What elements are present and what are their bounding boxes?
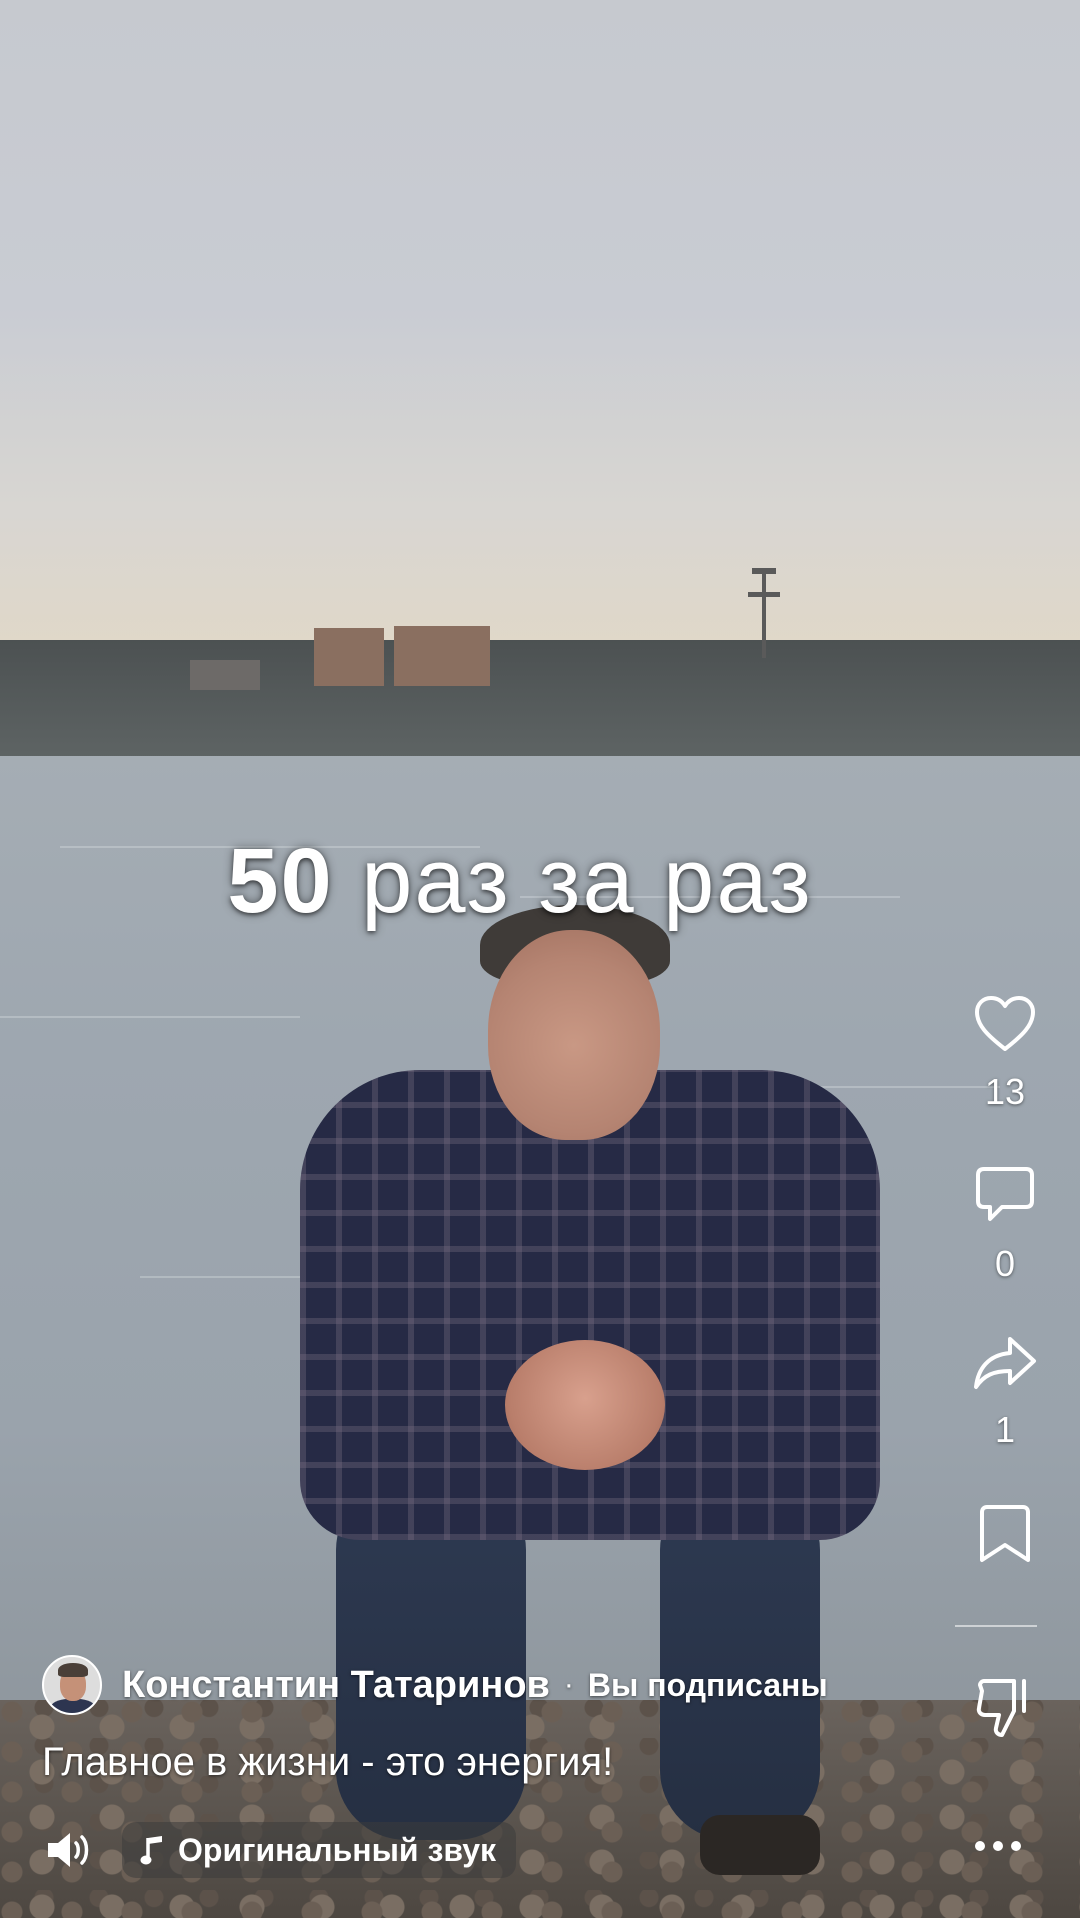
author-row[interactable]: Константин Татаринов · Вы подписаны bbox=[42, 1655, 828, 1715]
comment-icon bbox=[976, 1167, 1034, 1221]
bookmark-icon bbox=[980, 1505, 1030, 1562]
more-icon bbox=[975, 1841, 1021, 1851]
more-options-button[interactable] bbox=[968, 1828, 1028, 1864]
dislike-button[interactable] bbox=[955, 1677, 1055, 1739]
bookmark-button[interactable] bbox=[955, 1503, 1055, 1565]
caption-text: раз за раз bbox=[333, 830, 813, 932]
video-player[interactable] bbox=[0, 0, 1080, 1918]
music-note-icon bbox=[140, 1834, 166, 1866]
caption-number: 50 bbox=[227, 830, 334, 932]
share-icon bbox=[974, 1337, 1036, 1389]
subscription-status[interactable]: Вы подписаны bbox=[588, 1667, 828, 1704]
dislike-icon bbox=[976, 1679, 1026, 1737]
action-divider bbox=[955, 1625, 1037, 1627]
comment-button[interactable]: 0 bbox=[955, 1165, 1055, 1285]
share-count: 1 bbox=[994, 1409, 1016, 1450]
share-button[interactable]: 1 bbox=[955, 1335, 1055, 1451]
heart-icon bbox=[975, 996, 1035, 1051]
audio-label: Оригинальный звук bbox=[178, 1831, 497, 1868]
video-overlay-caption: 50 раз за раз bbox=[0, 835, 1040, 927]
original-audio-chip[interactable]: Оригинальный звук bbox=[122, 1822, 517, 1878]
avatar[interactable] bbox=[42, 1655, 102, 1715]
like-button[interactable]: 13 bbox=[955, 995, 1055, 1113]
shorts-screen: 50 раз за раз 13 0 1 Константин Татарино… bbox=[0, 0, 1080, 1918]
speaker-icon bbox=[48, 1833, 89, 1867]
mute-toggle-button[interactable] bbox=[44, 1825, 94, 1875]
author-name[interactable]: Константин Татаринов bbox=[122, 1664, 550, 1707]
like-count: 13 bbox=[984, 1071, 1026, 1112]
video-description[interactable]: Главное в жизни - это энергия! bbox=[42, 1740, 613, 1785]
comment-count: 0 bbox=[994, 1243, 1016, 1284]
video-person bbox=[0, 0, 1080, 1918]
separator-dot: · bbox=[563, 1668, 574, 1701]
